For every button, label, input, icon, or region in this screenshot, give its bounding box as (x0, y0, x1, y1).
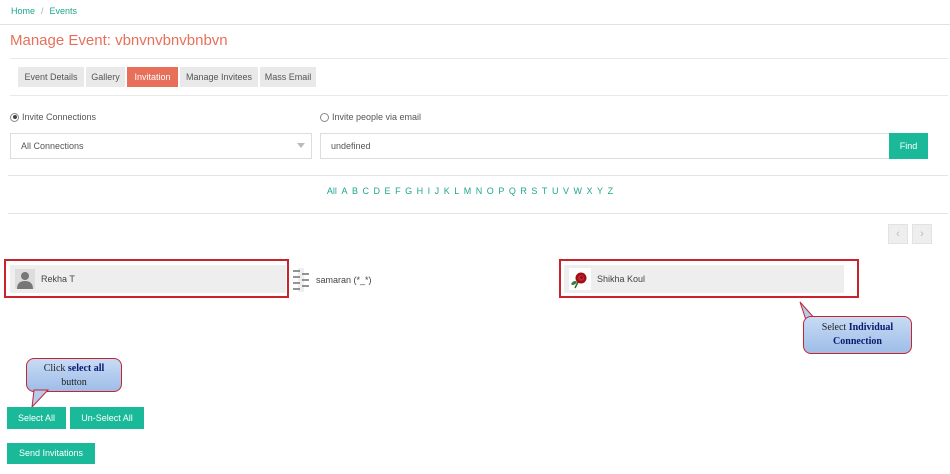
tab-invitation[interactable]: Invitation (127, 67, 178, 87)
callout-select-individual: Select Individual Connection (803, 316, 912, 354)
alphabet-filter-g[interactable]: G (405, 186, 412, 196)
radio-invite-email-label: Invite people via email (332, 112, 422, 122)
divider (8, 175, 948, 176)
callout-bold-text: Connection (833, 336, 882, 347)
alphabet-filter-p[interactable]: P (498, 186, 504, 196)
chevron-right-icon: › (920, 228, 924, 240)
alphabet-filter-l[interactable]: L (454, 186, 459, 196)
callout-bold-text: select all (67, 363, 105, 374)
chevron-left-icon: ‹ (896, 228, 900, 240)
alphabet-filter-b[interactable]: B (352, 186, 358, 196)
tab-event-details[interactable]: Event Details (18, 67, 84, 87)
top-bar (0, 0, 950, 25)
alphabet-filter-k[interactable]: K (444, 186, 450, 196)
send-invitations-button[interactable]: Send Invitations (7, 443, 95, 464)
callout-text: Click (43, 363, 68, 374)
alphabet-filter-x[interactable]: X (587, 186, 593, 196)
alphabet-filter-o[interactable]: O (487, 186, 494, 196)
alphabet-filter-j[interactable]: J (435, 186, 440, 196)
callout-pointer (31, 389, 50, 409)
alphabet-filter-c[interactable]: C (363, 186, 370, 196)
radio-unselected-indicator[interactable] (320, 112, 329, 122)
rose-avatar-icon (569, 268, 591, 290)
connections-select[interactable]: All Connections (10, 133, 312, 159)
alphabet-filter-v[interactable]: V (563, 186, 569, 196)
connection-name: Rekha T (41, 274, 75, 284)
find-button[interactable]: Find (889, 133, 928, 159)
tab-gallery[interactable]: Gallery (86, 67, 125, 87)
alphabet-filter-r[interactable]: R (520, 186, 527, 196)
next-page-button[interactable]: › (912, 224, 932, 244)
connection-name: samaran (*_*) (316, 275, 372, 285)
alphabet-filter-s[interactable]: S (531, 186, 537, 196)
breadcrumb-home-link[interactable]: Home (11, 6, 35, 16)
select-all-button[interactable]: Select All (7, 407, 66, 429)
radio-invite-connections-label: Invite Connections (22, 112, 97, 122)
tab-mass-email[interactable]: Mass Email (260, 67, 316, 87)
connection-name: Shikha Koul (597, 274, 646, 284)
breadcrumb-events-link[interactable]: Events (50, 6, 78, 16)
unselect-all-button[interactable]: Un-Select All (70, 407, 144, 429)
callout-select-all: Click select all button (26, 358, 122, 392)
callout-text: button (61, 377, 87, 388)
tab-manage-invitees[interactable]: Manage Invitees (180, 67, 258, 87)
alphabet-filter-z[interactable]: Z (608, 186, 614, 196)
user-avatar-icon (15, 269, 35, 289)
alphabet-filter-m[interactable]: M (464, 186, 472, 196)
radio-invite-connections[interactable]: Invite Connections (10, 112, 96, 122)
alphabet-filter-n[interactable]: N (476, 186, 483, 196)
callout-text: Select (821, 322, 849, 333)
alphabet-filter-q[interactable]: Q (509, 186, 516, 196)
alphabet-filter-d[interactable]: D (374, 186, 381, 196)
alphabet-filter-all[interactable]: All (327, 186, 337, 196)
alphabet-filter-i[interactable]: I (428, 186, 431, 196)
connection-card-shikha[interactable]: Shikha Koul (564, 265, 844, 293)
search-input[interactable] (320, 133, 890, 159)
alphabet-filter-f[interactable]: F (395, 186, 401, 196)
alphabet-filter-e[interactable]: E (385, 186, 391, 196)
page-title: Manage Event: vbnvnvbnvbnbvn (10, 32, 228, 49)
radio-selected-indicator[interactable] (10, 112, 19, 122)
alphabet-filter-a[interactable]: A (341, 186, 347, 196)
alphabet-filter-u[interactable]: U (552, 186, 559, 196)
divider (8, 213, 948, 214)
alphabet-filter-t[interactable]: T (542, 186, 548, 196)
zipper-avatar-icon (290, 268, 312, 292)
breadcrumb-separator: / (41, 6, 44, 16)
alphabet-filter-w[interactable]: W (573, 186, 582, 196)
alphabet-filter: All A B C D E F G H I J K L M N O P Q R … (0, 186, 940, 196)
chevron-down-icon (297, 143, 305, 148)
alphabet-filter-y[interactable]: Y (597, 186, 603, 196)
callout-bold-text: Individual (848, 322, 894, 333)
alphabet-filter-h[interactable]: H (417, 186, 424, 196)
connections-select-value: All Connections (21, 141, 84, 151)
radio-invite-email[interactable]: Invite people via email (320, 112, 421, 122)
connection-card-rekha[interactable]: Rekha T (10, 265, 286, 293)
prev-page-button[interactable]: ‹ (888, 224, 908, 244)
breadcrumb: Home / Events (11, 6, 77, 16)
connection-card-samaran[interactable]: samaran (*_*) (290, 268, 372, 292)
